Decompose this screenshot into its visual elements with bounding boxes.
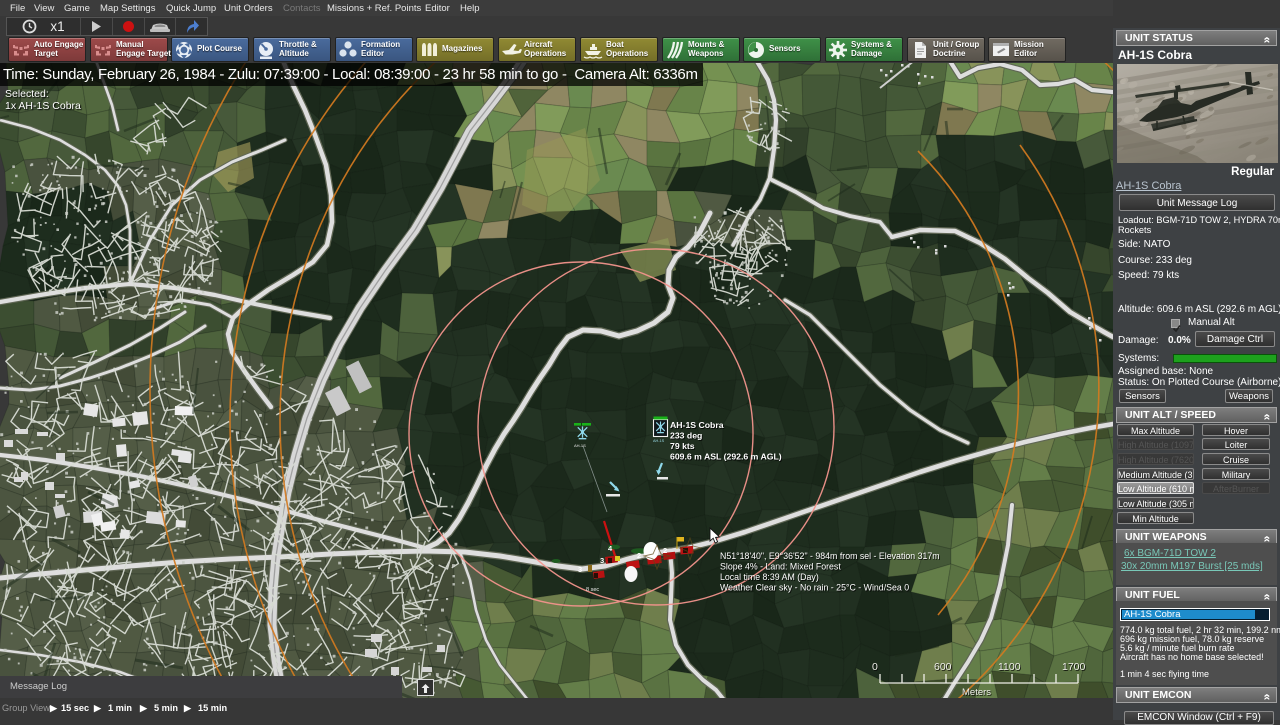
svg-text:3: 3 [600,556,604,565]
svg-text:AH-1S: AH-1S [574,443,586,448]
svg-text:233 deg: 233 deg [670,431,702,441]
svg-text:600: 600 [934,661,952,673]
svg-text:2: 2 [637,551,641,560]
svg-text:2: 2 [663,546,667,555]
svg-text:609.6 m ASL (292.6 m AGL): 609.6 m ASL (292.6 m AGL) [670,452,782,462]
svg-text:AH-1S Cobra: AH-1S Cobra [670,420,724,430]
svg-text:1100: 1100 [998,661,1021,673]
svg-text:N51°18'40", E9°36'52" - 984m f: N51°18'40", E9°36'52" - 984m from sel - … [720,551,940,561]
svg-text:8 sec: 8 sec [586,587,599,593]
svg-text:3: 3 [578,565,582,574]
svg-text:Meters: Meters [962,687,991,698]
svg-text:Slope 4% - Land: Mixed Fores: Slope 4% - Land: Mixed Forest [720,562,841,572]
svg-text:Local time 8:39 AM (Day): Local time 8:39 AM (Day) [720,572,819,582]
svg-text:AH-1S: AH-1S [653,439,665,443]
svg-text:Weather Clear sky - No rain -: Weather Clear sky - No rain - 25°C - Win… [720,583,909,593]
svg-text:79 kts: 79 kts [670,441,695,451]
svg-text:1700: 1700 [1062,661,1086,673]
svg-text:0: 0 [872,661,878,673]
